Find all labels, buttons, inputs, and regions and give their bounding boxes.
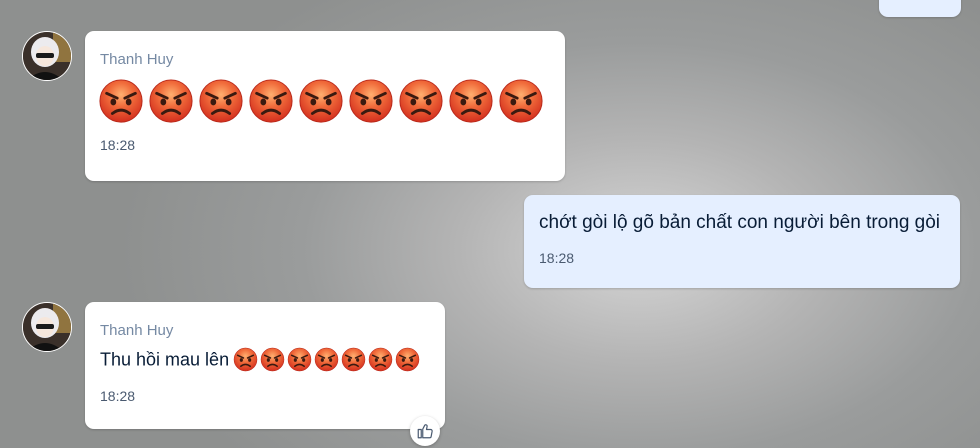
incoming-message-bubble[interactable]: Thanh Huy Thu hồi mau lên 18:28 <box>85 302 445 429</box>
pouting-face-emoji <box>349 79 393 123</box>
pouting-face-emoji <box>199 79 243 123</box>
message-text: chớt gòi lộ gõ bản chất con người bên tr… <box>539 212 941 233</box>
thumbs-up-icon <box>417 424 433 439</box>
sender-avatar[interactable] <box>22 31 72 81</box>
message-text: Thu hồi mau lên <box>100 349 230 370</box>
pouting-face-emoji <box>399 79 443 123</box>
pouting-face-emoji <box>99 79 143 123</box>
previous-message-bubble[interactable] <box>879 0 961 17</box>
sender-avatar[interactable] <box>22 302 72 352</box>
pouting-face-emoji <box>314 347 339 372</box>
emoji-inline-row <box>233 347 420 372</box>
pouting-face-emoji <box>149 79 193 123</box>
reaction-button[interactable] <box>410 416 440 446</box>
pouting-face-emoji <box>368 347 393 372</box>
pouting-face-emoji <box>233 347 258 372</box>
emoji-row <box>98 78 551 124</box>
message-time: 18:28 <box>100 388 136 404</box>
message-content: Thu hồi mau lên <box>100 347 431 374</box>
pouting-face-emoji <box>341 347 366 372</box>
message-time: 18:28 <box>539 250 575 266</box>
pouting-face-emoji <box>249 79 293 123</box>
message-time: 18:28 <box>100 137 136 153</box>
incoming-message-bubble[interactable]: Thanh Huy 18:28 <box>85 31 565 181</box>
outgoing-message-bubble[interactable]: chớt gòi lộ gõ bản chất con người bên tr… <box>524 195 960 288</box>
pouting-face-emoji <box>395 347 420 372</box>
pouting-face-emoji <box>260 347 285 372</box>
pouting-face-emoji <box>449 79 493 123</box>
sender-name[interactable]: Thanh Huy <box>100 322 431 339</box>
pouting-face-emoji <box>499 79 543 123</box>
sender-name[interactable]: Thanh Huy <box>100 51 551 68</box>
pouting-face-emoji <box>299 79 343 123</box>
pouting-face-emoji <box>287 347 312 372</box>
